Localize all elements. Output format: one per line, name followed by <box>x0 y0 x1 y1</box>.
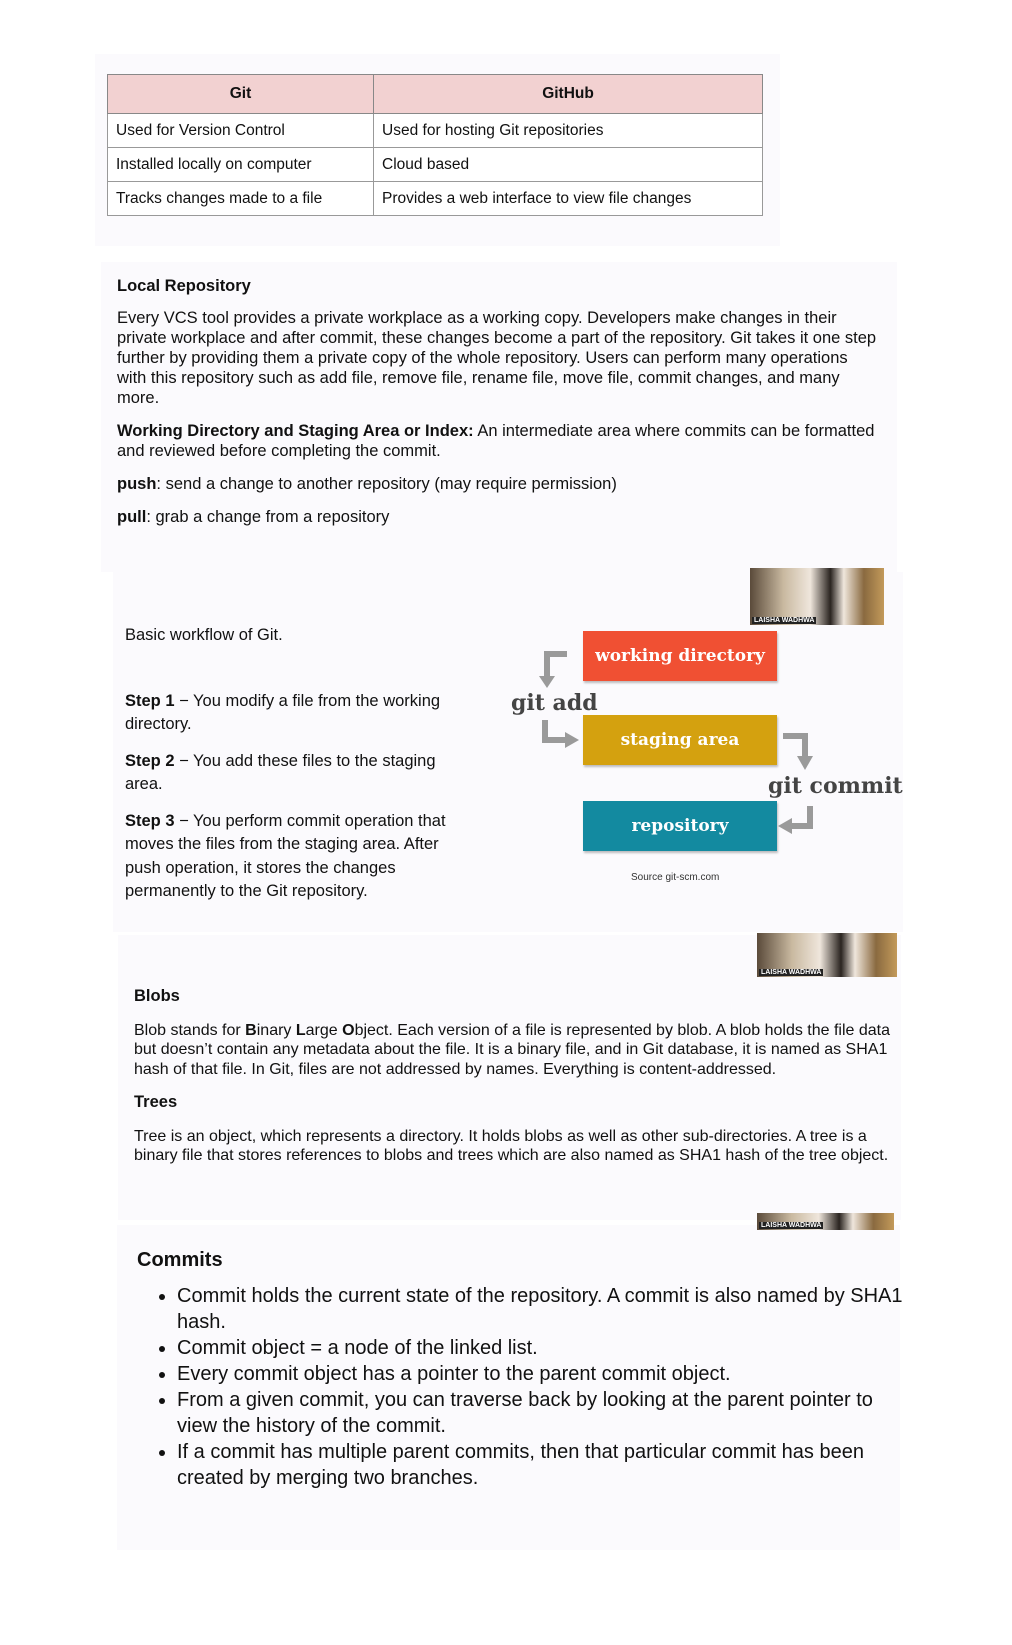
table-cell: Used for hosting Git repositories <box>373 113 763 148</box>
git-vs-github-table: Git GitHub Used for Version Control Used… <box>106 74 763 216</box>
definition-term: pull <box>117 508 147 526</box>
trees-paragraph: Tree is an object, which represents a di… <box>134 1127 889 1165</box>
presenter-name: LAISHA WADHWA <box>752 617 817 624</box>
table-row: Tracks changes made to a file Provides a… <box>106 181 763 216</box>
workflow-step: Step 3 − You perform commit operation th… <box>125 810 470 904</box>
definition-term: push <box>117 475 157 493</box>
local-repository-slide: Local Repository Every VCS tool provides… <box>101 262 897 572</box>
arrow-commit-down-icon <box>783 733 813 770</box>
list-item: Every commit object has a pointer to the… <box>177 1361 917 1387</box>
list-item: From a given commit, you can traverse ba… <box>177 1387 917 1439</box>
git-vs-github-slide: Git GitHub Used for Version Control Used… <box>95 54 780 246</box>
workflow-step: Step 2 − You add these files to the stag… <box>125 750 470 797</box>
push-definition: push: send a change to another repositor… <box>117 474 877 494</box>
git-commit-label: git commit <box>768 773 903 799</box>
presenter-webcam: LAISHA WADHWA <box>757 933 897 977</box>
definition-text: : grab a change from a repository <box>146 508 390 526</box>
blobs-text: arge <box>305 1021 343 1039</box>
commits-title: Commits <box>137 1249 223 1271</box>
table-cell: Tracks changes made to a file <box>106 181 375 216</box>
arrow-down-right-icon <box>542 720 579 748</box>
objects-slide: LAISHA WADHWA Blobs Blob stands for Bina… <box>118 933 901 1220</box>
table-cell: Cloud based <box>373 147 763 182</box>
arrow-commit-left-icon <box>778 806 813 834</box>
list-item: Commit object = a node of the linked lis… <box>177 1335 917 1361</box>
definition-term: Working Directory and Staging Area or In… <box>117 422 474 440</box>
table-row: Used for Version Control Used for hostin… <box>106 113 763 148</box>
step-label: Step 3 <box>125 811 175 830</box>
header-git: Git <box>106 74 375 114</box>
local-repository-title: Local Repository <box>117 277 251 295</box>
acronym-letter: O <box>342 1021 355 1039</box>
blobs-title: Blobs <box>134 987 180 1005</box>
trees-title: Trees <box>134 1093 178 1111</box>
git-add-label: git add <box>511 690 598 716</box>
step-label: Step 2 <box>125 751 175 770</box>
presenter-webcam: LAISHA WADHWA <box>750 568 884 625</box>
blobs-paragraph: Blob stands for Binary Large Object. Eac… <box>134 1021 894 1080</box>
commits-list: Commit holds the current state of the re… <box>137 1283 917 1491</box>
pull-definition: pull: grab a change from a repository <box>117 507 877 527</box>
table-cell: Provides a web interface to view file ch… <box>373 181 763 216</box>
list-item: If a commit has multiple parent commits,… <box>177 1439 917 1491</box>
working-directory-definition: Working Directory and Staging Area or In… <box>117 421 877 461</box>
table-cell: Used for Version Control <box>106 113 375 148</box>
acronym-letter: B <box>245 1021 257 1039</box>
presenter-name: LAISHA WADHWA <box>759 1222 824 1229</box>
staging-area-box: staging area <box>583 715 777 765</box>
list-item: Commit holds the current state of the re… <box>177 1283 917 1335</box>
commits-slide: LAISHA WADHWA Commits Commit holds the c… <box>117 1213 903 1550</box>
workflow-intro: Basic workflow of Git. <box>125 626 283 644</box>
step-label: Step 1 <box>125 691 175 710</box>
header-github: GitHub <box>373 74 763 114</box>
definition-text: : send a change to another repository (m… <box>156 475 617 493</box>
presenter-name: LAISHA WADHWA <box>759 969 824 976</box>
working-directory-box: working directory <box>583 631 777 681</box>
presenter-webcam: LAISHA WADHWA <box>757 1213 894 1230</box>
git-workflow-slide: LAISHA WADHWA Basic workflow of Git. Ste… <box>113 568 903 932</box>
blobs-text: inary <box>256 1021 296 1039</box>
blobs-text: Blob stands for <box>134 1021 246 1039</box>
local-repository-paragraph: Every VCS tool provides a private workpl… <box>117 309 877 407</box>
workflow-step: Step 1 − You modify a file from the work… <box>125 690 470 737</box>
repository-box: repository <box>583 801 777 851</box>
table-cell: Installed locally on computer <box>106 147 375 182</box>
table-row: Installed locally on computer Cloud base… <box>106 147 763 182</box>
acronym-letter: L <box>295 1021 306 1039</box>
diagram-source: Source git-scm.com <box>631 872 720 883</box>
arrow-up-left-icon <box>539 651 567 688</box>
